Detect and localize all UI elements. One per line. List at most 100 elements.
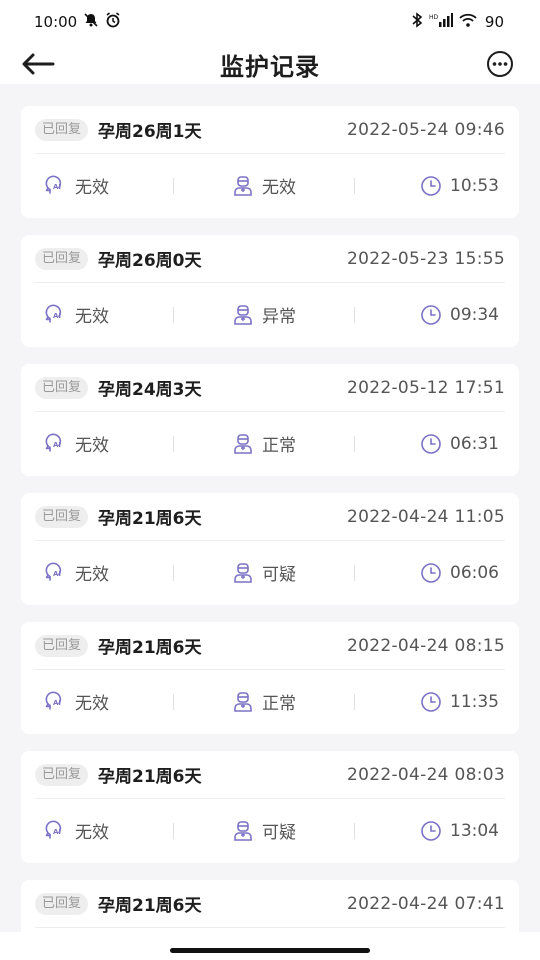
- ai-result-label: 无效: [75, 307, 109, 327]
- ai-icon: AI: [45, 175, 67, 197]
- gestational-week: 孕周26周0天: [98, 251, 202, 271]
- doctor-icon: [232, 433, 254, 455]
- more-circle-icon: [487, 51, 513, 77]
- svg-text:AI: AI: [53, 570, 61, 578]
- gestational-week: 孕周21周6天: [98, 509, 202, 529]
- bottom-area: [0, 932, 540, 960]
- doctor-result: 可疑: [174, 560, 354, 585]
- battery-level: 90: [484, 13, 504, 31]
- gestational-week: 孕周24周3天: [98, 380, 202, 400]
- record-header: 已回复 孕周24周3天 2022-05-12 17:51: [35, 364, 505, 412]
- clock-icon: [420, 820, 442, 842]
- clock-icon: [420, 304, 442, 326]
- doctor-icon: [232, 691, 254, 713]
- record-header: 已回复 孕周21周6天 2022-04-24 07:41: [35, 880, 505, 928]
- home-indicator[interactable]: [170, 948, 370, 953]
- record-datetime: 2022-05-24 09:46: [347, 119, 505, 140]
- clock-icon: [420, 562, 442, 584]
- ai-result: AI 无效: [35, 560, 173, 585]
- duration-label: 06:06: [450, 562, 499, 583]
- svg-text:AI: AI: [53, 441, 61, 449]
- doctor-icon: [232, 175, 254, 197]
- status-badge: 已回复: [35, 763, 89, 786]
- record-card[interactable]: 已回复 孕周26周0天 2022-05-23 15:55 AI 无效 异常 09…: [21, 235, 519, 347]
- duration-label: 09:34: [450, 304, 499, 325]
- record-duration: 06:06: [355, 562, 505, 584]
- duration-label: 06:31: [450, 433, 499, 454]
- record-datetime: 2022-05-23 15:55: [347, 248, 505, 269]
- svg-text:AI: AI: [53, 828, 61, 836]
- ai-result-label: 无效: [75, 823, 109, 843]
- record-list[interactable]: 已回复 孕周26周1天 2022-05-24 09:46 AI 无效 无效 10…: [0, 84, 540, 932]
- back-button[interactable]: [18, 44, 58, 84]
- page-title: 监护记录: [220, 52, 320, 81]
- ai-result-label: 无效: [75, 565, 109, 585]
- ai-result: AI 无效: [35, 302, 173, 327]
- doctor-result: 无效: [174, 173, 354, 198]
- mute-icon: [83, 12, 99, 32]
- record-results: AI 无效 可疑 13:04: [35, 799, 505, 862]
- record-card[interactable]: 已回复 孕周21周6天 2022-04-24 11:05 AI 无效 可疑 06…: [21, 493, 519, 605]
- status-badge: 已回复: [35, 892, 89, 915]
- record-card[interactable]: 已回复 孕周24周3天 2022-05-12 17:51 AI 无效 正常 06…: [21, 364, 519, 476]
- duration-label: 13:04: [450, 820, 499, 841]
- record-duration: 11:35: [355, 691, 505, 713]
- app-bar: 监护记录: [0, 44, 540, 84]
- record-card[interactable]: 已回复 孕周26周1天 2022-05-24 09:46 AI 无效 无效 10…: [21, 106, 519, 218]
- record-results: AI 无效 异常 09:34: [35, 283, 505, 346]
- doctor-result: 正常: [174, 431, 354, 456]
- record-card[interactable]: 已回复 孕周21周6天 2022-04-24 07:41 AI: [21, 880, 519, 932]
- ai-icon: AI: [45, 304, 67, 326]
- status-badge: 已回复: [35, 118, 89, 141]
- more-button[interactable]: [480, 44, 520, 84]
- signal-icon: HD: [429, 13, 453, 31]
- ai-result-label: 无效: [75, 694, 109, 714]
- doctor-result-label: 可疑: [262, 823, 296, 843]
- gestational-week: 孕周26周1天: [98, 122, 202, 142]
- doctor-result-label: 正常: [262, 694, 296, 714]
- duration-label: 11:35: [450, 691, 499, 712]
- gestational-week: 孕周21周6天: [98, 767, 202, 787]
- ai-result: AI 无效: [35, 173, 173, 198]
- ai-result: AI 无效: [35, 818, 173, 843]
- svg-text:HD: HD: [429, 14, 439, 21]
- record-card[interactable]: 已回复 孕周21周6天 2022-04-24 08:03 AI 无效 可疑 13…: [21, 751, 519, 863]
- record-datetime: 2022-04-24 07:41: [347, 893, 505, 914]
- clock-icon: [420, 175, 442, 197]
- doctor-result-label: 正常: [262, 436, 296, 456]
- record-card[interactable]: 已回复 孕周21周6天 2022-04-24 08:15 AI 无效 正常 11…: [21, 622, 519, 734]
- record-results: AI 无效 正常 11:35: [35, 670, 505, 733]
- record-header: 已回复 孕周26周1天 2022-05-24 09:46: [35, 106, 505, 154]
- record-duration: 10:53: [355, 175, 505, 197]
- arrow-left-icon: [22, 53, 55, 75]
- ai-icon: AI: [45, 691, 67, 713]
- ai-result: AI 无效: [35, 689, 173, 714]
- record-datetime: 2022-04-24 11:05: [347, 506, 505, 527]
- record-header: 已回复 孕周21周6天 2022-04-24 08:15: [35, 622, 505, 670]
- status-bar: 10:00 HD 90: [0, 0, 540, 44]
- ai-icon: AI: [45, 433, 67, 455]
- status-badge: 已回复: [35, 247, 89, 270]
- doctor-result: 正常: [174, 689, 354, 714]
- svg-text:AI: AI: [53, 699, 61, 707]
- record-datetime: 2022-04-24 08:03: [347, 764, 505, 785]
- doctor-result-label: 无效: [262, 178, 296, 198]
- record-datetime: 2022-04-24 08:15: [347, 635, 505, 656]
- svg-text:AI: AI: [53, 183, 61, 191]
- doctor-icon: [232, 820, 254, 842]
- doctor-result: 可疑: [174, 818, 354, 843]
- gestational-week: 孕周21周6天: [98, 638, 202, 658]
- record-header: 已回复 孕周21周6天 2022-04-24 11:05: [35, 493, 505, 541]
- clock-icon: [420, 433, 442, 455]
- status-badge: 已回复: [35, 376, 89, 399]
- record-datetime: 2022-05-12 17:51: [347, 377, 505, 398]
- ai-icon: AI: [45, 562, 67, 584]
- alarm-icon: [105, 12, 121, 32]
- doctor-icon: [232, 562, 254, 584]
- wifi-icon: [459, 13, 477, 31]
- record-header: 已回复 孕周21周6天 2022-04-24 08:03: [35, 751, 505, 799]
- ai-result-label: 无效: [75, 178, 109, 198]
- status-time: 10:00: [34, 13, 78, 31]
- bluetooth-icon: [411, 12, 423, 32]
- clock-icon: [420, 691, 442, 713]
